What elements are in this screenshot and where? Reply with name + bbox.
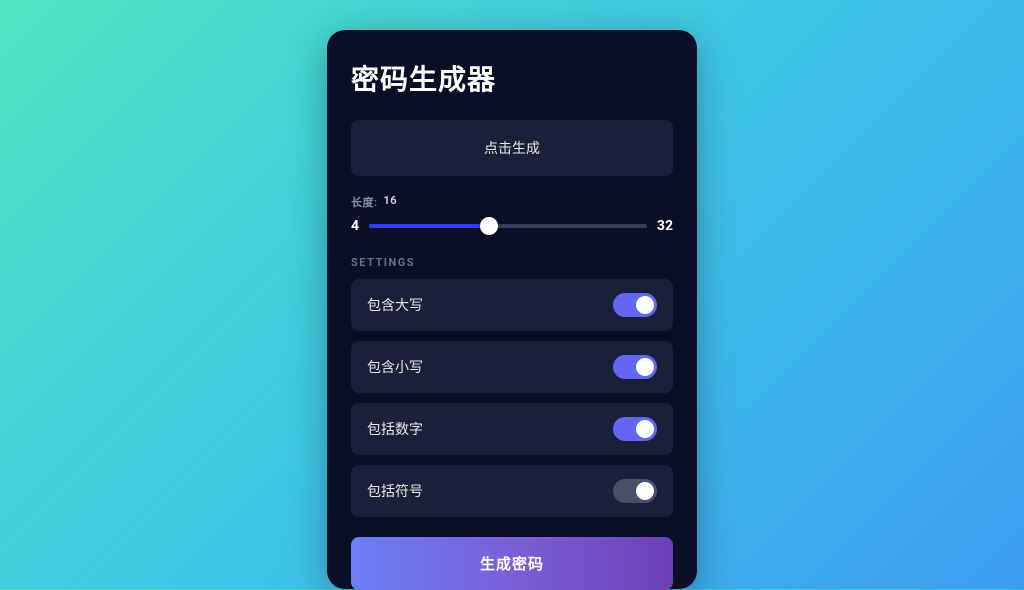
setting-lowercase-label: 包含小写: [367, 357, 423, 377]
settings-header: SETTINGS: [351, 256, 673, 269]
toggle-uppercase[interactable]: [613, 293, 657, 317]
length-value: 16: [384, 194, 398, 210]
length-slider-row: 4 32: [351, 218, 673, 234]
toggle-knob: [636, 482, 654, 500]
setting-lowercase: 包含小写: [351, 341, 673, 393]
slider-fill: [369, 224, 488, 228]
slider-thumb[interactable]: [480, 217, 498, 235]
length-min: 4: [351, 218, 359, 234]
toggle-knob: [636, 420, 654, 438]
length-label: 长度:: [351, 194, 378, 210]
length-slider[interactable]: [369, 218, 647, 234]
setting-symbols: 包括符号: [351, 465, 673, 517]
toggle-lowercase[interactable]: [613, 355, 657, 379]
setting-numbers-label: 包括数字: [367, 419, 423, 439]
length-label-row: 长度: 16: [351, 194, 673, 210]
length-max: 32: [657, 218, 673, 234]
toggle-knob: [636, 296, 654, 314]
setting-numbers: 包括数字: [351, 403, 673, 455]
setting-uppercase-label: 包含大写: [367, 295, 423, 315]
setting-uppercase: 包含大写: [351, 279, 673, 331]
password-generator-card: 密码生成器 点击生成 长度: 16 4 32 SETTINGS 包含大写 包含小…: [327, 30, 697, 589]
password-output[interactable]: 点击生成: [351, 120, 673, 176]
toggle-symbols[interactable]: [613, 479, 657, 503]
app-title: 密码生成器: [351, 58, 673, 98]
generate-button[interactable]: 生成密码: [351, 537, 673, 590]
toggle-numbers[interactable]: [613, 417, 657, 441]
toggle-knob: [636, 358, 654, 376]
setting-symbols-label: 包括符号: [367, 481, 423, 501]
